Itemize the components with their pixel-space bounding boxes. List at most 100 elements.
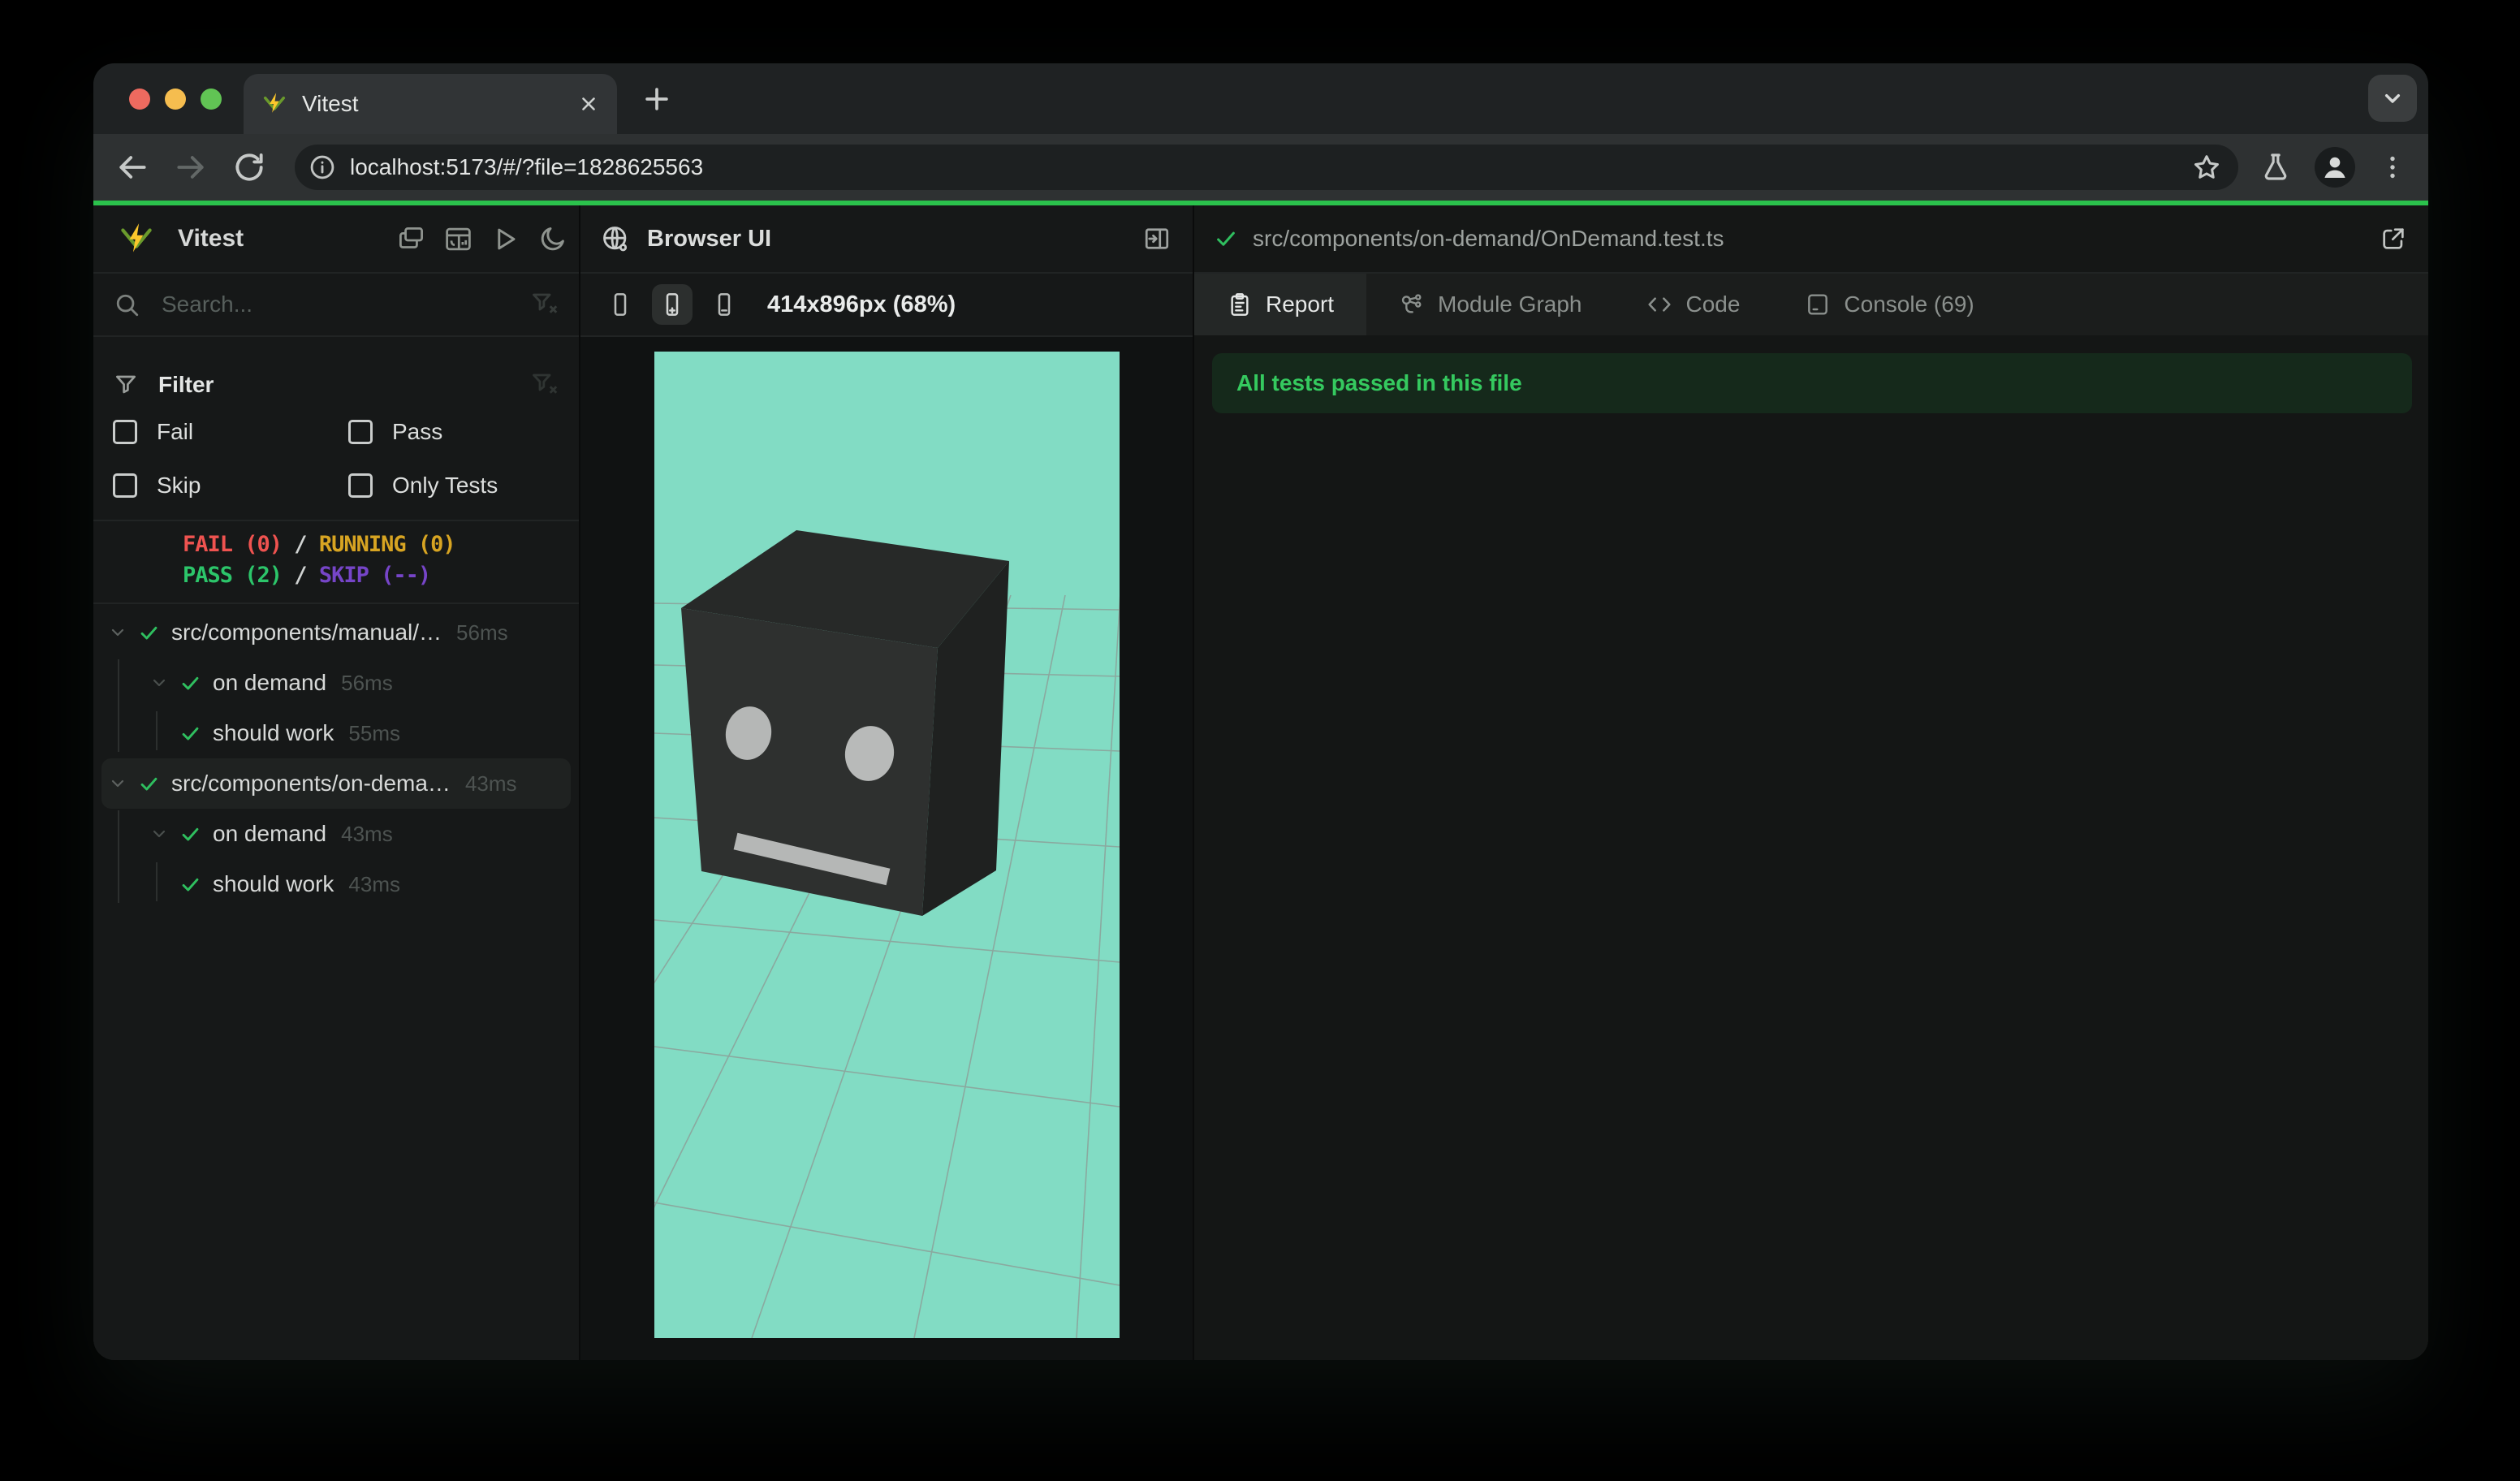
browser-tab[interactable]: Vitest xyxy=(244,74,617,134)
duration-label: 43ms xyxy=(348,871,400,896)
zoom-out-device-button[interactable] xyxy=(704,284,744,325)
filter-option-pass[interactable]: Pass xyxy=(348,405,559,459)
tab-search-button[interactable] xyxy=(2368,75,2417,122)
tab-report-label: Report xyxy=(1266,291,1335,317)
tab-report[interactable]: Report xyxy=(1194,274,1367,335)
browser-tabstrip: Vitest xyxy=(93,63,2428,134)
tree-file-row-selected[interactable]: src/components/on-dema… 43ms xyxy=(101,758,571,809)
all-passed-banner: All tests passed in this file xyxy=(1212,353,2412,413)
only-tests-checkbox[interactable] xyxy=(348,473,373,498)
all-passed-text: All tests passed in this file xyxy=(1236,370,1522,395)
device-viewport-render[interactable] xyxy=(654,352,1120,1338)
filter-panel: Filter Fail Pass Skip Only Tests xyxy=(93,337,579,521)
chevron-down-icon[interactable] xyxy=(149,824,169,844)
maximize-window-button[interactable] xyxy=(201,89,222,110)
tree-suite-row[interactable]: on demand 43ms xyxy=(93,809,579,859)
pass-check-icon xyxy=(138,622,160,644)
sidebar-actions xyxy=(396,224,567,254)
url-text[interactable]: localhost:5173/#/?file=1828625563 xyxy=(350,154,2191,180)
filter-title: Filter xyxy=(158,372,214,397)
pass-check-icon xyxy=(179,874,201,896)
vitest-ui: Vitest Search... Filter Fail Pass Skip O… xyxy=(93,205,2428,1360)
toolbar-right-actions xyxy=(2259,147,2407,188)
pass-check-icon xyxy=(179,723,201,745)
tab-console-label: Console (69) xyxy=(1844,291,1974,317)
pass-checkbox[interactable] xyxy=(348,420,373,444)
code-icon xyxy=(1646,291,1672,317)
address-bar[interactable]: localhost:5173/#/?file=1828625563 xyxy=(295,145,2238,190)
skip-checkbox[interactable] xyxy=(113,473,137,498)
chevron-down-icon[interactable] xyxy=(108,774,127,793)
filter-funnel-icon xyxy=(113,372,139,398)
chevron-down-icon[interactable] xyxy=(149,673,169,693)
test-summary: FAIL (0) / RUNNING (0) PASS (2) / SKIP (… xyxy=(93,521,579,604)
preview-header: Browser UI xyxy=(580,205,1193,274)
theme-toggle-moon-icon[interactable] xyxy=(537,224,567,254)
duration-label: 43ms xyxy=(464,771,517,796)
forward-button[interactable] xyxy=(173,149,209,185)
close-window-button[interactable] xyxy=(129,89,150,110)
tab-console[interactable]: Console (69) xyxy=(1772,274,2006,335)
sidebar-header: Vitest xyxy=(93,205,579,274)
pass-check-icon xyxy=(138,773,160,795)
tree-file-row[interactable]: src/components/manual/… 56ms xyxy=(93,607,579,658)
tree-test-row[interactable]: should work 55ms xyxy=(93,708,579,758)
run-all-icon[interactable] xyxy=(490,224,520,254)
zoom-in-device-button[interactable] xyxy=(652,284,693,325)
duration-label: 55ms xyxy=(348,720,400,745)
chevron-down-icon[interactable] xyxy=(108,623,127,642)
window-controls xyxy=(129,89,222,110)
fail-checkbox[interactable] xyxy=(113,420,137,444)
tab-close-icon[interactable] xyxy=(578,93,599,114)
details-header: src/components/on-demand/OnDemand.test.t… xyxy=(1194,205,2428,274)
browser-menu-icon[interactable] xyxy=(2378,153,2407,182)
fail-count: FAIL (0) xyxy=(183,532,283,557)
browser-toolbar: localhost:5173/#/?file=1828625563 xyxy=(93,134,2428,201)
search-input[interactable] xyxy=(160,291,530,318)
profile-avatar[interactable] xyxy=(2315,147,2355,188)
sidebar: Vitest Search... Filter Fail Pass Skip O… xyxy=(93,205,579,1360)
filter-option-only-tests[interactable]: Only Tests xyxy=(348,459,559,512)
clear-filters-icon[interactable] xyxy=(530,370,559,399)
browser-preview-panel: Browser UI 414x896px (68%) xyxy=(580,205,1193,1360)
reload-button[interactable] xyxy=(231,149,267,185)
tree-suite-row[interactable]: on demand 56ms xyxy=(93,658,579,708)
duration-label: 43ms xyxy=(341,821,393,846)
report-icon xyxy=(1227,291,1253,317)
skip-count: SKIP (--) xyxy=(318,563,431,588)
vitest-logo xyxy=(118,222,155,256)
clear-search-filter-icon[interactable] xyxy=(530,290,559,319)
collapse-panels-icon[interactable] xyxy=(396,224,426,254)
app-title: Vitest xyxy=(178,225,244,252)
tab-code-label: Code xyxy=(1685,291,1741,317)
new-tab-button[interactable] xyxy=(639,81,675,117)
test-file-path: src/components/on-demand/OnDemand.test.t… xyxy=(1253,226,1724,251)
tab-module-graph[interactable]: Module Graph xyxy=(1366,274,1614,335)
summary-line-2: PASS (2) / SKIP (--) xyxy=(183,563,431,588)
running-count: RUNNING (0) xyxy=(318,532,456,557)
site-info-icon[interactable] xyxy=(308,153,337,182)
dock-panel-icon[interactable] xyxy=(1142,224,1172,253)
filter-option-skip[interactable]: Skip xyxy=(113,459,348,512)
vitest-favicon xyxy=(261,91,287,117)
duration-label: 56ms xyxy=(341,670,393,695)
open-external-icon[interactable] xyxy=(2380,225,2407,253)
module-graph-icon xyxy=(1399,291,1425,317)
pass-check-icon xyxy=(179,672,201,694)
device-toolbar: 414x896px (68%) xyxy=(580,274,1193,337)
tree-test-row[interactable]: should work 43ms xyxy=(93,859,579,909)
minimize-window-button[interactable] xyxy=(165,89,186,110)
pass-check-icon xyxy=(179,823,201,845)
experiments-flask-icon[interactable] xyxy=(2259,151,2292,184)
pass-count: PASS (2) xyxy=(183,563,283,588)
device-phone-button[interactable] xyxy=(600,284,641,325)
dashboard-icon[interactable] xyxy=(443,224,473,254)
bookmark-star-icon[interactable] xyxy=(2191,152,2222,183)
globe-icon xyxy=(600,223,631,254)
console-icon xyxy=(1805,291,1831,317)
back-button[interactable] xyxy=(114,149,150,185)
filter-option-fail[interactable]: Fail xyxy=(113,405,348,459)
tab-code[interactable]: Code xyxy=(1614,274,1772,335)
report-content: All tests passed in this file xyxy=(1194,335,2428,1360)
file-pass-check-icon xyxy=(1214,227,1238,251)
